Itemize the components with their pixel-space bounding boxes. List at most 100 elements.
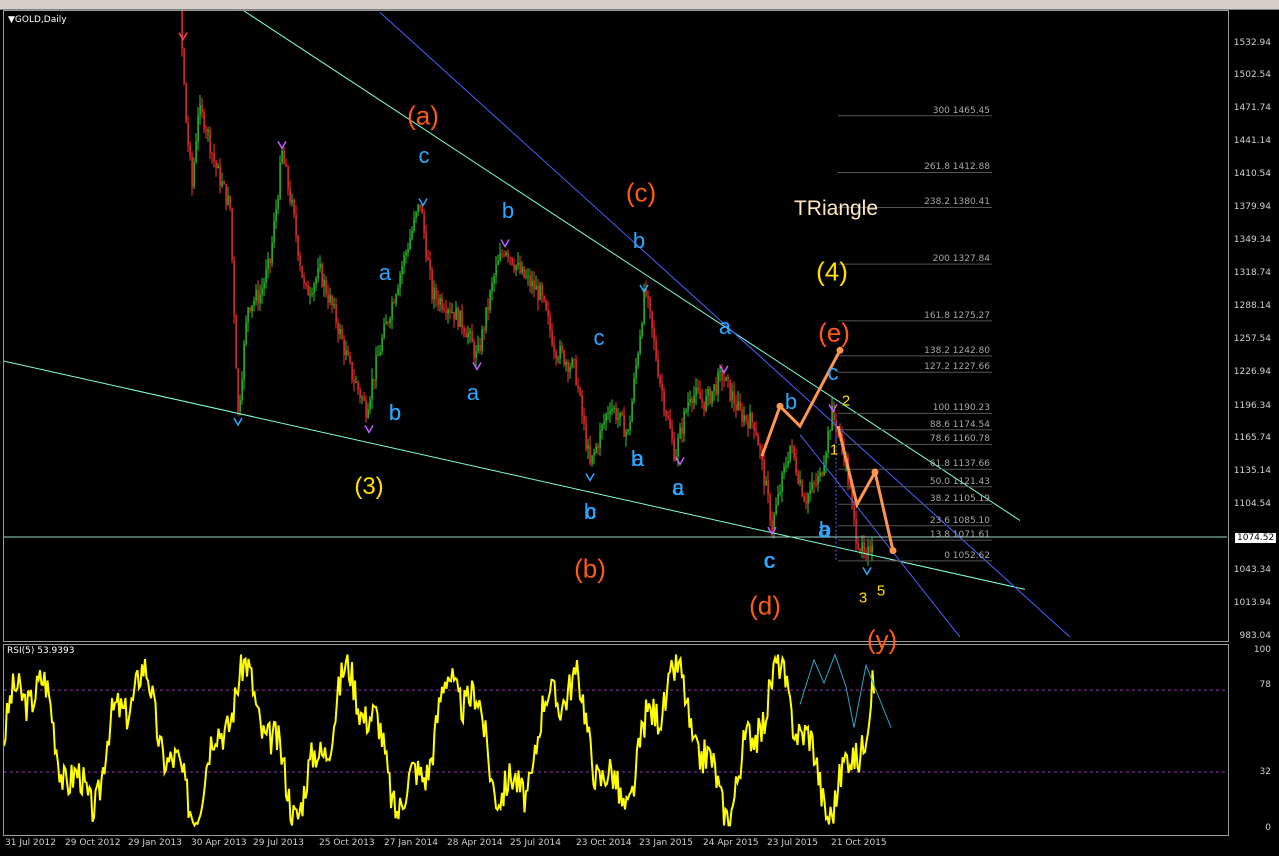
- candle-body: [505, 252, 507, 256]
- candle-body: [431, 269, 433, 300]
- candle-body: [247, 307, 249, 323]
- fib-level-label: 200 1327.84: [932, 254, 990, 265]
- candle-body: [759, 445, 761, 451]
- candle-body: [265, 269, 267, 283]
- candle-body: [487, 307, 489, 310]
- candle-body: [573, 359, 575, 361]
- candle-body: [727, 376, 729, 380]
- candle-body: [775, 504, 777, 515]
- candle-body: [391, 302, 393, 319]
- candle-body: [777, 493, 779, 505]
- candle-body: [451, 312, 453, 314]
- candle-body: [655, 340, 657, 359]
- candle-body: [445, 310, 447, 314]
- candle-body: [273, 221, 275, 243]
- wave-label-orange: (d): [749, 590, 781, 621]
- candle-body: [525, 276, 527, 278]
- candle-body: [225, 184, 227, 205]
- candle-body: [257, 289, 259, 304]
- candle-body: [591, 455, 593, 464]
- candle-body: [527, 275, 529, 277]
- triangle-label: TRiangle: [793, 197, 879, 220]
- date-tick-label: 21 Oct 2015: [831, 838, 887, 848]
- pivot-arrow-icon: [364, 424, 374, 434]
- candle-body: [329, 295, 331, 303]
- candle-body: [243, 343, 245, 380]
- candle-body: [385, 321, 387, 325]
- candle-body: [305, 282, 307, 286]
- candle-body: [293, 200, 295, 215]
- candle-body: [713, 384, 715, 392]
- candle-body: [665, 411, 667, 417]
- candle-body: [181, 11, 183, 49]
- candle-body: [465, 332, 467, 338]
- candle-body: [279, 162, 281, 199]
- candle-body: [349, 355, 351, 363]
- candle-body: [667, 416, 669, 419]
- candle-body: [241, 379, 243, 400]
- candle-body: [553, 345, 555, 352]
- candle-body: [857, 543, 859, 550]
- candle-body: [459, 310, 461, 328]
- candle-body: [493, 276, 495, 284]
- candle-body: [793, 446, 795, 458]
- candle-body: [561, 345, 563, 351]
- candle-body: [725, 376, 727, 381]
- candle-body: [687, 402, 689, 411]
- candle-body: [425, 233, 427, 258]
- date-tick-label: 29 Oct 2012: [65, 838, 121, 848]
- date-tick-label: 25 Jul 2014: [510, 838, 561, 848]
- candle-body: [415, 212, 417, 219]
- candle-body: [355, 381, 357, 383]
- candle-body: [217, 165, 219, 169]
- candle-body: [529, 275, 531, 287]
- candle-body: [309, 294, 311, 296]
- candle-body: [347, 350, 349, 356]
- candle-body: [367, 409, 369, 418]
- candle-body: [821, 472, 823, 475]
- candle-body: [411, 230, 413, 239]
- price-tick-label: 1318.74: [1233, 268, 1271, 278]
- candle-body: [513, 264, 515, 270]
- candle-body: [555, 351, 557, 359]
- candle-body: [701, 399, 703, 402]
- pivot-arrow-icon: [719, 365, 729, 375]
- date-tick-label: 29 Jan 2013: [128, 838, 182, 848]
- candle-body: [633, 377, 635, 402]
- candle-body: [377, 355, 379, 357]
- candle-body: [209, 129, 211, 153]
- wave-label-yellow: (3): [354, 473, 384, 500]
- candle-body: [229, 195, 231, 209]
- candle-body: [335, 303, 337, 323]
- candle-body: [819, 472, 821, 477]
- wave-label-cyan: c: [418, 143, 430, 168]
- candle-body: [373, 378, 375, 381]
- candle-body: [817, 476, 819, 484]
- candle-body: [717, 372, 719, 395]
- candle-body: [245, 322, 247, 344]
- candle-body: [359, 389, 361, 398]
- rsi-tick-label: 32: [1259, 767, 1271, 777]
- candle-body: [575, 359, 577, 385]
- wave-label-cyan: a: [671, 475, 685, 500]
- candle-body: [685, 410, 687, 412]
- toolbar[interactable]: [0, 0, 1279, 10]
- fib-level-label: 161.8 1275.27: [924, 310, 990, 321]
- price-chart-pane[interactable]: [3, 10, 1229, 642]
- rsi-pane[interactable]: [3, 644, 1229, 836]
- candle-body: [643, 288, 645, 324]
- date-tick-label: 31 Jul 2012: [5, 838, 56, 848]
- candle-body: [443, 308, 445, 311]
- wave-label-cyan: a: [631, 446, 645, 471]
- price-tick-label: 1441.14: [1233, 136, 1271, 146]
- candle-body: [345, 350, 347, 356]
- candle-body: [289, 188, 291, 203]
- candle-body: [673, 438, 675, 461]
- wave-label-orange: (y): [866, 624, 898, 655]
- candle-body: [189, 144, 191, 156]
- candle-body: [417, 204, 419, 213]
- candle-body: [763, 459, 765, 486]
- candle-body: [597, 445, 599, 448]
- candle-body: [403, 255, 405, 267]
- pivot-arrow-icon: [862, 567, 872, 576]
